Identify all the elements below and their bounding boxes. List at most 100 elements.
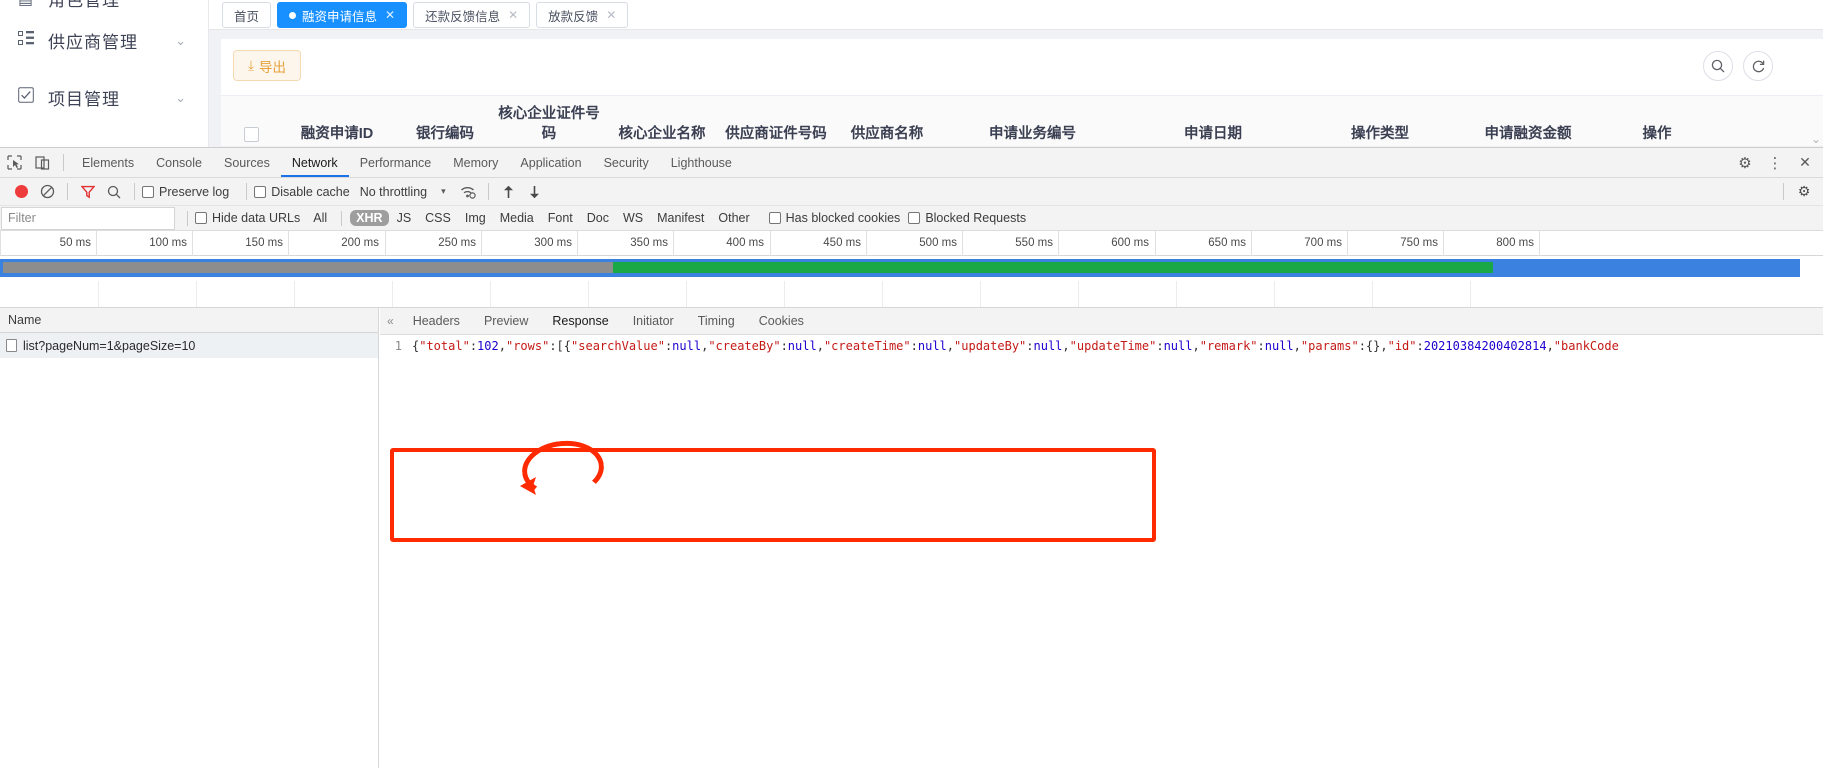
select-all-checkbox[interactable]	[243, 127, 259, 142]
network-controls-toolbar: Preserve log Disable cache No throttling…	[0, 178, 1823, 206]
close-icon[interactable]: ✕	[508, 8, 518, 22]
devtools-tab-elements[interactable]: Elements	[71, 148, 145, 177]
filter-type-doc[interactable]: Doc	[581, 210, 615, 226]
record-button[interactable]	[8, 180, 34, 204]
toolbar-divider	[341, 210, 343, 226]
collapse-detail-icon[interactable]: «	[380, 314, 401, 328]
page-tab-loan-feedback[interactable]: 放款反馈 ✕	[536, 2, 629, 28]
filter-type-xhr[interactable]: XHR	[350, 210, 389, 226]
response-body-viewer[interactable]: 1 {"total":102,"rows":[{"searchValue":nu…	[380, 335, 1823, 353]
filter-toggle-icon[interactable]	[75, 180, 101, 204]
network-conditions-icon[interactable]	[455, 180, 481, 204]
throttling-select[interactable]: No throttling	[360, 185, 427, 199]
detail-tab-initiator[interactable]: Initiator	[621, 308, 686, 334]
has-blocked-cookies-checkbox[interactable]: Has blocked cookies	[768, 211, 900, 225]
ruler-tick: 800 ms	[1443, 231, 1539, 256]
devtools-tab-network[interactable]: Network	[281, 148, 349, 177]
ruler-tick: 550 ms	[962, 231, 1058, 256]
export-button[interactable]: ⤓ 导出	[233, 50, 301, 81]
table-header-supplier-id-number[interactable]: 供应商证件号码	[723, 124, 829, 146]
table-header-core-enterprise-name[interactable]: 核心企业名称	[601, 124, 723, 146]
detail-tab-cookies[interactable]: Cookies	[747, 308, 816, 334]
line-number: 1	[394, 339, 402, 353]
detail-tab-response[interactable]: Response	[540, 308, 620, 334]
network-body: Name list?pageNum=1&pageSize=10 « Header…	[0, 308, 1823, 768]
table-header-operation-type[interactable]: 操作类型	[1306, 124, 1454, 146]
table-header-select-all[interactable]	[221, 127, 281, 146]
filter-type-all[interactable]: All	[307, 210, 333, 226]
overview-gridline	[1274, 281, 1275, 307]
request-list-item[interactable]: list?pageNum=1&pageSize=10	[0, 333, 379, 358]
close-icon[interactable]: ✕	[385, 8, 395, 22]
table-header-application-date[interactable]: 申请日期	[1120, 124, 1306, 146]
network-settings-gear-icon[interactable]: ⚙	[1791, 180, 1817, 204]
overview-gridline	[882, 281, 883, 307]
sidebar-item-label: 项目管理	[48, 90, 120, 109]
ruler-tick-overflow	[1539, 231, 1823, 256]
clear-button[interactable]	[34, 180, 60, 204]
checkbox-box	[908, 212, 921, 224]
sidebar-item-supplier-management[interactable]: 供应商管理 ⌄	[0, 12, 208, 69]
devtools-tab-application[interactable]: Application	[509, 148, 592, 177]
disable-cache-checkbox[interactable]: Disable cache	[254, 185, 350, 199]
table-header-application-amount[interactable]: 申请融资金额	[1454, 124, 1602, 146]
chevron-down-icon[interactable]: ▾	[441, 186, 446, 197]
filter-type-manifest[interactable]: Manifest	[651, 210, 710, 226]
inspect-element-icon[interactable]	[0, 149, 28, 177]
ruler-tick: 200 ms	[288, 231, 384, 256]
close-devtools-icon[interactable]: ✕	[1791, 149, 1819, 177]
filter-type-img[interactable]: Img	[459, 210, 492, 226]
more-vertical-icon[interactable]: ⋮	[1761, 149, 1789, 177]
page-tab-label: 融资申请信息	[302, 9, 378, 24]
detail-tab-headers[interactable]: Headers	[401, 308, 472, 334]
sidebar-item-role-management-clipped[interactable]: ▤ 角色管理	[0, 0, 208, 12]
detail-tab-preview[interactable]: Preview	[472, 308, 540, 334]
close-icon[interactable]: ✕	[606, 8, 616, 22]
detail-tab-timing[interactable]: Timing	[686, 308, 747, 334]
import-har-icon[interactable]	[496, 180, 522, 204]
devtools-tab-security[interactable]: Security	[593, 148, 660, 177]
filter-type-ws[interactable]: WS	[617, 210, 649, 226]
devtools-tab-console[interactable]: Console	[145, 148, 213, 177]
search-icon-button[interactable]	[1703, 51, 1733, 81]
search-icon[interactable]	[101, 180, 127, 204]
filter-input[interactable]: Filter	[1, 206, 175, 230]
hide-data-urls-checkbox[interactable]: Hide data URLs	[195, 211, 300, 225]
blocked-requests-checkbox[interactable]: Blocked Requests	[908, 211, 1026, 225]
devtools-tab-sources[interactable]: Sources	[213, 148, 281, 177]
table-header-core-enterprise-id-number[interactable]: 核心企业证件号码	[497, 104, 601, 146]
network-overview-waterfall[interactable]	[0, 256, 1823, 308]
page-tab-financing-application[interactable]: 融资申请信息 ✕	[277, 2, 408, 28]
device-toolbar-icon[interactable]	[28, 149, 56, 177]
settings-gear-icon[interactable]: ⚙	[1731, 149, 1759, 177]
table-header-supplier-name[interactable]: 供应商名称	[829, 124, 945, 146]
table-toolbar: ⤓ 导出	[221, 39, 1823, 95]
filter-type-other[interactable]: Other	[712, 210, 755, 226]
page-tab-repayment-feedback[interactable]: 还款反馈信息 ✕	[413, 2, 531, 28]
devtools-tab-memory[interactable]: Memory	[442, 148, 509, 177]
chevron-down-icon: ⌄	[175, 89, 186, 105]
table-scroll-down-icon[interactable]: ⌄	[1811, 132, 1821, 146]
preserve-log-checkbox[interactable]: Preserve log	[142, 185, 229, 199]
table-header-operations[interactable]: 操作	[1602, 124, 1712, 146]
devtools-tab-lighthouse[interactable]: Lighthouse	[660, 148, 743, 177]
page-tab-home[interactable]: 首页	[222, 2, 272, 28]
filter-type-js[interactable]: JS	[391, 210, 418, 226]
devtools-tab-performance[interactable]: Performance	[349, 148, 443, 177]
checkbox-box	[195, 212, 207, 224]
refresh-icon-button[interactable]	[1743, 51, 1773, 81]
filter-type-media[interactable]: Media	[494, 210, 540, 226]
export-har-icon[interactable]	[522, 180, 548, 204]
ruler-tick: 300 ms	[481, 231, 577, 256]
filter-type-css[interactable]: CSS	[419, 210, 457, 226]
table-header-financing-id[interactable]: 融资申请ID	[281, 124, 393, 146]
filter-type-font[interactable]: Font	[542, 210, 579, 226]
table-header-bank-code[interactable]: 银行编码	[393, 124, 497, 146]
table-header-application-business-number[interactable]: 申请业务编号	[945, 124, 1120, 146]
checkbox-box	[142, 185, 154, 198]
requests-name-column-header[interactable]: Name	[0, 308, 379, 333]
devtools-panel: Elements Console Sources Network Perform…	[0, 147, 1823, 768]
sidebar-item-project-management[interactable]: 项目管理 ⌄	[0, 69, 208, 126]
data-table-header: 融资申请ID 银行编码 核心企业证件号码 核心企业名称 供应商证件号码 供应商名…	[221, 95, 1823, 146]
response-json-line[interactable]: {"total":102,"rows":[{"searchValue":null…	[412, 339, 1619, 353]
